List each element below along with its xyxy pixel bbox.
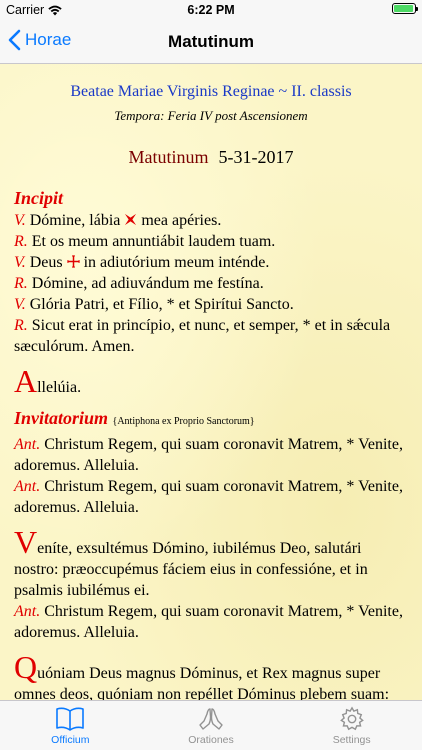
status-bar: Carrier 6:22 PM — [0, 0, 422, 20]
tab-label: Orationes — [188, 734, 234, 746]
section-invitatorium: Invitatorium {Antiphona ex Proprio Sanct… — [14, 408, 255, 428]
tempora-line: Tempora: Feria IV post Ascensionem — [114, 108, 308, 123]
versicle-2: V. Deus in adiutórium meum inténde. — [14, 254, 270, 271]
navigation-bar: Horae Matutinum — [0, 20, 422, 64]
drop-cap: Q — [14, 649, 38, 685]
sign-of-cross-icon — [66, 255, 80, 268]
hour-name: Matutinum — [128, 147, 209, 167]
book-icon — [56, 707, 85, 731]
section-incipit: Incipit — [14, 188, 64, 208]
gear-icon — [339, 706, 364, 731]
psalm-verse-1: Veníte, exsultémus Dómino, iubilémus Deo… — [14, 524, 368, 599]
tab-label: Officium — [51, 734, 90, 746]
status-right — [392, 3, 418, 14]
tab-bar: Officium Orationes Settings — [0, 700, 422, 750]
feast-title: Beatae Mariae Virginis Reginae ~ II. cla… — [70, 83, 352, 100]
antiphon-3: Ant. Christum Regem, qui suam coronavit … — [14, 603, 403, 641]
maltese-cross-icon — [125, 213, 137, 226]
office-text[interactable]: Beatae Mariae Virginis Reginae ~ II. cla… — [0, 64, 422, 700]
page-title: Matutinum — [168, 32, 254, 51]
psalm-verse-2: Quóniam Deus magnus Dóminus, et Rex magn… — [14, 649, 390, 700]
antiphon-2: Ant. Christum Regem, qui suam coronavit … — [14, 478, 403, 516]
response-1: R. Et os meum annuntiábit laudem tuam. — [14, 233, 276, 250]
response-2: R. Dómine, ad adiuvándum me festína. — [14, 275, 264, 292]
tab-officium[interactable]: Officium — [0, 701, 141, 750]
versicle-1: V. Dómine, lábia mea apéries. — [14, 212, 222, 229]
alleluia-line: Allelúia. — [14, 363, 82, 399]
tab-settings[interactable]: Settings — [281, 701, 422, 750]
hour-heading: Matutinum 5-31-2017 — [0, 147, 422, 168]
praying-hands-icon — [199, 708, 223, 730]
drop-cap: V — [14, 524, 38, 560]
hour-date: 5-31-2017 — [218, 147, 294, 167]
tab-orationes[interactable]: Orationes — [141, 701, 282, 750]
response-3: R. Sicut erat in princípio, et nunc, et … — [14, 317, 391, 355]
tab-label: Settings — [332, 734, 371, 746]
antiphon-1: Ant. Christum Regem, qui suam coronavit … — [14, 436, 403, 474]
battery-icon — [392, 3, 418, 14]
status-time: 6:22 PM — [187, 3, 235, 17]
drop-cap: A — [14, 363, 38, 399]
versicle-3: V. Glória Patri, et Fílio, * et Spirítui… — [14, 296, 294, 313]
invitatorium-note: {Antiphona ex Proprio Sanctorum} — [112, 416, 255, 427]
office-body: Incipit V. Dómine, lábia mea apéries. R.… — [0, 186, 422, 700]
